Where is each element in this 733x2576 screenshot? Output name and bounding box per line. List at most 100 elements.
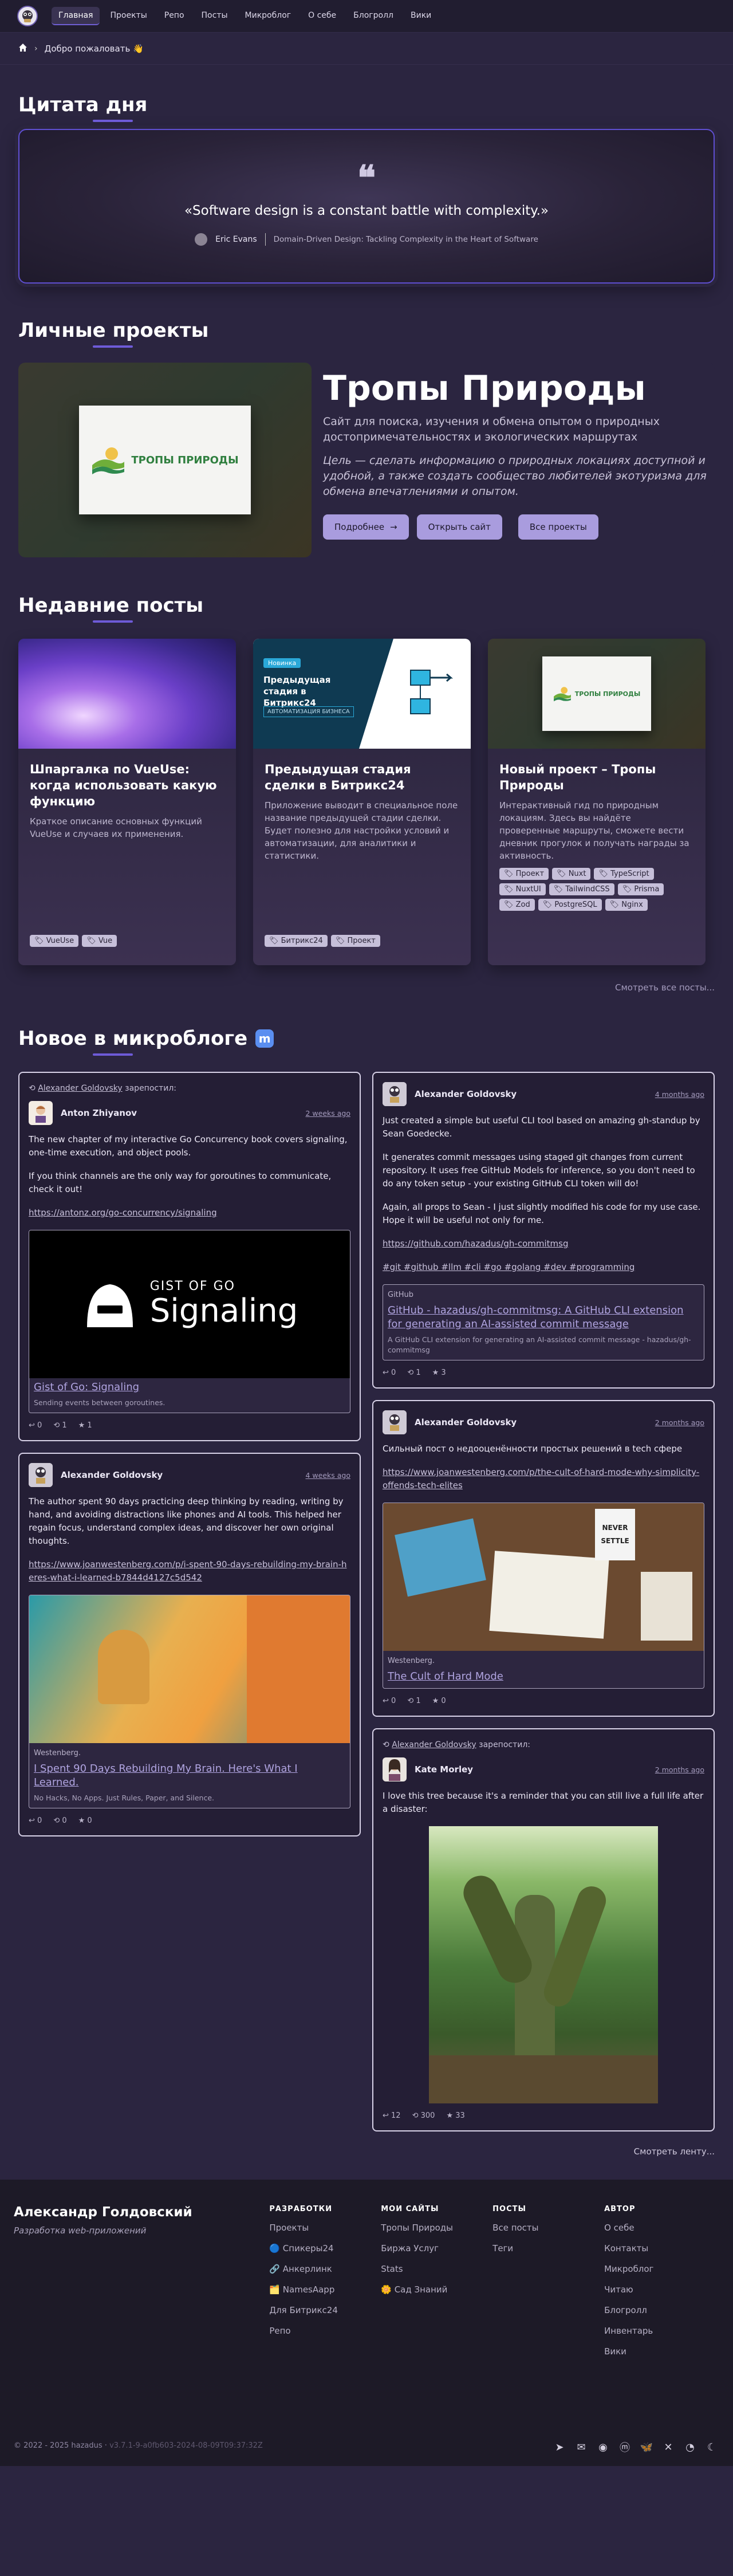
post-tag[interactable]: 🏷 Nuxt <box>552 868 591 880</box>
bluesky-icon[interactable]: 🦋 <box>640 2441 653 2453</box>
footer-link[interactable]: Читаю <box>604 2284 716 2295</box>
nav-item-home[interactable]: Главная <box>52 7 100 25</box>
nav-item-about[interactable]: О себе <box>301 7 343 25</box>
boost-count[interactable]: ⟲ 1 <box>53 1419 66 1432</box>
post-author[interactable]: Kate Morley <box>415 1763 647 1776</box>
post-tag[interactable]: 🏷 Vue <box>82 935 117 947</box>
link-preview-title[interactable]: GitHub - hazadus/gh-commitmsg: A GitHub … <box>383 1301 704 1331</box>
post-tag[interactable]: 🏷 Проект <box>499 868 549 880</box>
footer-link[interactable]: Для Битрикс24 <box>269 2305 381 2315</box>
post-tag[interactable]: 🏷 NuxtUI <box>499 883 546 895</box>
post-link[interactable]: https://antonz.org/go-concurrency/signal… <box>29 1208 217 1218</box>
post-date[interactable]: 4 months ago <box>655 1088 704 1101</box>
telegram-icon[interactable]: ➤ <box>553 2441 566 2453</box>
project-image[interactable]: ТРОПЫ ПРИРОДЫ <box>18 363 312 557</box>
footer-link[interactable]: Инвентарь <box>604 2326 716 2336</box>
link-preview-title[interactable]: Gist of Go: Signaling <box>29 1378 350 1394</box>
link-preview-card[interactable]: NEVER SETTLE Westenberg. The Cult of Har… <box>383 1503 704 1689</box>
post-card[interactable]: Шпаргалка по VueUse: когда использовать … <box>18 639 236 965</box>
footer-link[interactable]: Тропы Природы <box>381 2223 492 2233</box>
site-logo[interactable] <box>17 6 38 26</box>
link-preview-card[interactable]: GIST OF GO Signaling Gist of Go: Signali… <box>29 1230 350 1413</box>
fav-count[interactable]: ★ 3 <box>432 1366 446 1379</box>
avatar[interactable] <box>383 1082 407 1106</box>
see-feed-link[interactable]: Смотреть ленту... <box>634 2146 715 2157</box>
reply-count[interactable]: ↩ 0 <box>29 1814 42 1827</box>
all-projects-button[interactable]: Все проекты <box>518 514 598 540</box>
footer-link[interactable]: Биржа Услуг <box>381 2243 492 2253</box>
post-date[interactable]: 2 weeks ago <box>306 1107 351 1120</box>
x-icon[interactable]: ✕ <box>662 2441 675 2453</box>
boost-count[interactable]: ⟲ 300 <box>412 2109 435 2122</box>
post-hashtags[interactable]: #git #github #llm #cli #go #golang #dev … <box>383 1262 635 1272</box>
fav-count[interactable]: ★ 1 <box>78 1419 92 1432</box>
post-link[interactable]: https://www.joanwestenberg.com/p/i-spent… <box>29 1559 346 1583</box>
reblog-user-link[interactable]: Alexander Goldovsky <box>38 1084 123 1093</box>
see-all-posts-link[interactable]: Смотреть все посты... <box>615 982 715 993</box>
nav-item-posts[interactable]: Посты <box>195 7 235 25</box>
post-tag[interactable]: 🏷 TailwindCSS <box>549 883 614 895</box>
mail-icon[interactable]: ✉ <box>575 2441 588 2453</box>
moon-icon[interactable]: ☾ <box>706 2441 718 2453</box>
post-tag[interactable]: 🏷 Zod <box>499 899 535 911</box>
footer-link[interactable]: Проекты <box>269 2223 381 2233</box>
post-tag[interactable]: 🏷 Битрикс24 <box>265 935 328 947</box>
post-tag[interactable]: 🏷 PostgreSQL <box>538 899 602 911</box>
footer-link[interactable]: Stats <box>381 2264 492 2274</box>
post-author[interactable]: Alexander Goldovsky <box>61 1469 298 1482</box>
post-tag[interactable]: 🏷 Prisma <box>617 883 664 895</box>
footer-link[interactable]: Все посты <box>492 2223 604 2233</box>
footer-link[interactable]: 🌼 Сад Знаний <box>381 2284 492 2295</box>
reply-count[interactable]: ↩ 12 <box>383 2109 401 2122</box>
nav-item-projects[interactable]: Проекты <box>103 7 153 25</box>
post-card[interactable]: Новинка Предыдущая стадия в Битрикс24 АВ… <box>253 639 471 965</box>
footer-link[interactable]: 🔵 Спикеры24 <box>269 2243 381 2253</box>
avatar[interactable] <box>29 1101 53 1125</box>
post-link[interactable]: https://www.joanwestenberg.com/p/the-cul… <box>383 1467 699 1490</box>
post-tag[interactable]: 🏷 TypeScript <box>594 868 654 880</box>
post-author[interactable]: Alexander Goldovsky <box>415 1088 647 1101</box>
footer-link[interactable]: Репо <box>269 2326 381 2336</box>
boost-count[interactable]: ⟲ 1 <box>407 1366 420 1379</box>
fav-count[interactable]: ★ 0 <box>432 1694 446 1708</box>
post-tag[interactable]: 🏷 Проект <box>330 935 380 947</box>
post-date[interactable]: 2 months ago <box>655 1416 704 1429</box>
post-image[interactable] <box>429 1826 658 2103</box>
boost-count[interactable]: ⟲ 0 <box>53 1814 66 1827</box>
avatar[interactable] <box>29 1463 53 1487</box>
fav-count[interactable]: ★ 0 <box>78 1814 92 1827</box>
footer-link[interactable]: 🔗 Анкерлинк <box>269 2264 381 2274</box>
mastodon-icon[interactable]: ⓜ <box>618 2441 631 2454</box>
footer-link[interactable]: Микроблог <box>604 2264 716 2274</box>
post-link[interactable]: https://github.com/hazadus/gh-commitmsg <box>383 1238 568 1249</box>
footer-link[interactable]: Теги <box>492 2243 604 2253</box>
post-author[interactable]: Alexander Goldovsky <box>415 1416 647 1429</box>
nav-item-microblog[interactable]: Микроблог <box>238 7 298 25</box>
nav-item-blogroll[interactable]: Блогролл <box>346 7 400 25</box>
post-tag[interactable]: 🏷 Nginx <box>605 899 648 911</box>
link-preview-title[interactable]: The Cult of Hard Mode <box>383 1667 704 1688</box>
avatar[interactable] <box>383 1410 407 1434</box>
reply-count[interactable]: ↩ 0 <box>29 1419 42 1432</box>
github-icon[interactable]: ◉ <box>597 2441 609 2453</box>
nav-item-wiki[interactable]: Вики <box>404 7 438 25</box>
post-author[interactable]: Anton Zhiyanov <box>61 1107 298 1120</box>
post-date[interactable]: 4 weeks ago <box>306 1469 351 1482</box>
reblog-user-link[interactable]: Alexander Goldovsky <box>392 1740 476 1749</box>
reply-count[interactable]: ↩ 0 <box>383 1366 396 1379</box>
nav-item-repo[interactable]: Репо <box>157 7 191 25</box>
project-more-button[interactable]: Подробнее → <box>323 514 409 540</box>
link-preview-card[interactable]: Westenberg. I Spent 90 Days Rebuilding M… <box>29 1595 350 1808</box>
post-tag[interactable]: 🏷 VueUse <box>30 935 79 947</box>
footer-link[interactable]: Контакты <box>604 2243 716 2253</box>
open-site-button[interactable]: Открыть сайт <box>416 514 502 540</box>
post-card[interactable]: ТРОПЫ ПРИРОДЫ Новый проект – Тропы Приро… <box>488 639 706 965</box>
post-date[interactable]: 2 months ago <box>655 1763 704 1776</box>
footer-link[interactable]: О себе <box>604 2223 716 2233</box>
footer-link[interactable]: Блогролл <box>604 2305 716 2315</box>
link-preview-title[interactable]: I Spent 90 Days Rebuilding My Brain. Her… <box>29 1760 350 1790</box>
fav-count[interactable]: ★ 33 <box>446 2109 464 2122</box>
link-preview-card[interactable]: GitHub GitHub - hazadus/gh-commitmsg: A … <box>383 1284 704 1360</box>
avatar[interactable] <box>383 1757 407 1781</box>
reply-count[interactable]: ↩ 0 <box>383 1694 396 1708</box>
